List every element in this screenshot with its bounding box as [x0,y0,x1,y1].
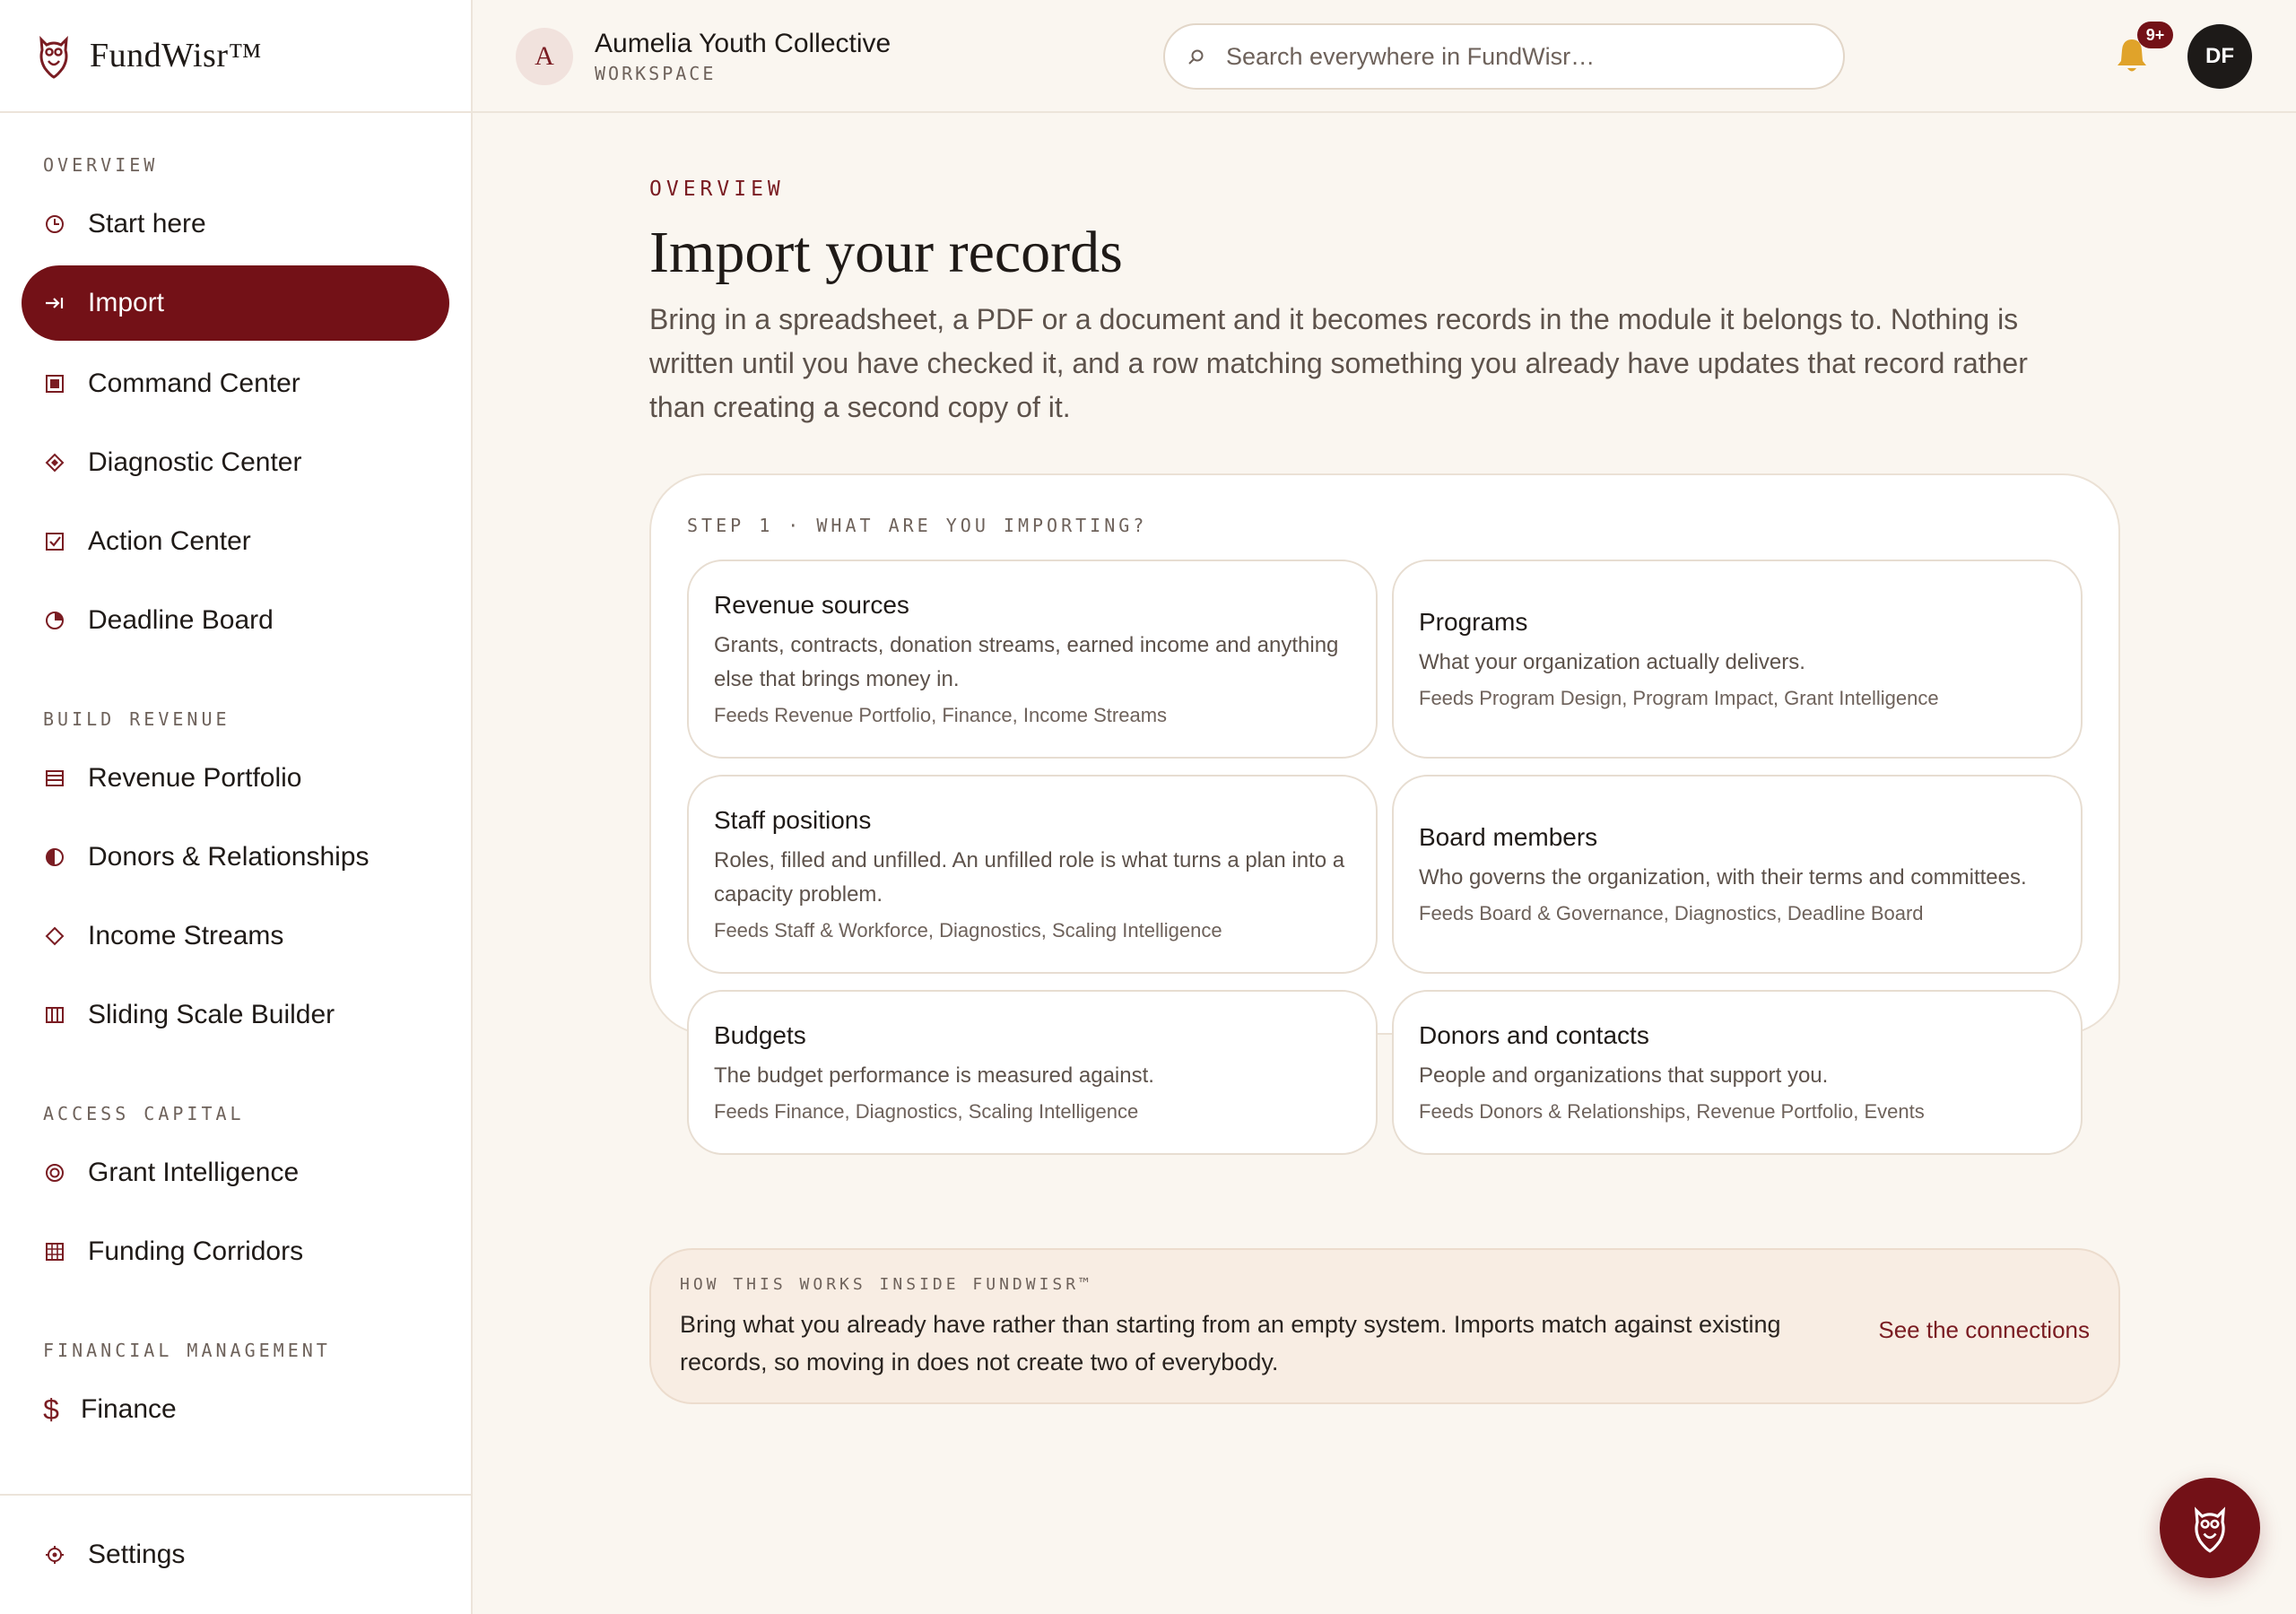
sidebar-item-diagnostic-center[interactable]: Diagnostic Center [22,425,449,500]
sidebar-item-finance[interactable]: $ Finance [22,1372,449,1447]
pie-icon [43,609,66,632]
sidebar-item-deadline-board[interactable]: Deadline Board [22,583,449,658]
checkbox-icon [43,530,66,553]
search-input[interactable] [1226,42,1800,71]
nav-section-access-capital: ACCESS CAPITAL [43,1103,245,1124]
sidebar-item-start-here[interactable]: Start here [22,187,449,262]
option-description: Grants, contracts, donation streams, ear… [714,633,1339,691]
notification-badge: 9+ [2137,22,2173,48]
search-box[interactable] [1163,23,1845,90]
diamond-outline-icon [43,924,66,948]
nav-section-overview: OVERVIEW [43,154,159,176]
option-title: Budgets [714,1021,806,1049]
option-feeds: Feeds Finance, Diagnostics, Scaling Inte… [714,1100,1139,1123]
option-description: Who governs the organization, with their… [1419,865,2027,889]
step-label: STEP 1 · WHAT ARE YOU IMPORTING? [687,515,1148,536]
workspace-label: WORKSPACE [595,63,717,84]
owl-logo-icon [39,36,68,79]
owl-icon [2194,1506,2226,1553]
sidebar-nav: OVERVIEW Start here Import Command Cente… [0,113,471,1447]
list-icon [43,767,66,790]
sidebar-item-revenue-portfolio[interactable]: Revenue Portfolio [22,741,449,816]
option-feeds: Feeds Donors & Relationships, Revenue Po… [1419,1100,1925,1123]
option-title: Board members [1419,823,1598,851]
diamond-icon [43,451,66,474]
option-description: The budget performance is measured again… [714,1063,1154,1088]
workspace-name[interactable]: Aumelia Youth Collective [595,29,891,59]
sidebar-item-sliding-scale-builder[interactable]: Sliding Scale Builder [22,977,449,1053]
import-type-card: STEP 1 · WHAT ARE YOU IMPORTING? Revenue… [649,473,2120,1155]
option-feeds: Feeds Program Design, Program Impact, Gr… [1419,687,1939,709]
target-icon [43,1161,66,1184]
sidebar-item-label: Funding Corridors [88,1237,304,1266]
page-eyebrow: OVERVIEW [649,178,785,201]
grid-icon [43,1240,66,1263]
info-label: HOW THIS WORKS INSIDE FUNDWISR™ [680,1275,1092,1294]
sidebar-item-label: Action Center [88,526,251,556]
gear-icon [43,1543,66,1566]
import-arrow-icon [43,291,66,315]
sidebar-item-label: Settings [88,1540,186,1569]
sidebar-item-donors-relationships[interactable]: Donors & Relationships [22,820,449,895]
square-icon [43,372,66,395]
sidebar-footer: Settings [0,1494,471,1614]
brand-name: FundWisr™ [90,37,263,74]
option-feeds: Feeds Board & Governance, Diagnostics, D… [1419,902,1924,924]
nav-section-financial-management: FINANCIAL MANAGEMENT [43,1340,331,1361]
sidebar-item-action-center[interactable]: Action Center [22,504,449,579]
option-title: Donors and contacts [1419,1021,1649,1049]
sidebar-item-label: Diagnostic Center [88,447,302,477]
sidebar-item-import[interactable]: Import [22,265,449,341]
sidebar-item-label: Donors & Relationships [88,842,370,872]
columns-icon [43,1003,66,1027]
option-title: Programs [1419,608,1528,636]
see-connections-link[interactable]: See the connections [1878,1316,2090,1344]
option-revenue-sources[interactable]: Revenue sources Grants, contracts, donat… [687,560,1378,759]
option-donors-contacts[interactable]: Donors and contacts People and organizat… [1392,990,2083,1155]
sidebar-item-funding-corridors[interactable]: Funding Corridors [22,1214,449,1289]
half-circle-icon [43,846,66,869]
sidebar-item-label: Start here [88,209,206,239]
sidebar-item-income-streams[interactable]: Income Streams [22,898,449,974]
sidebar-item-label: Import [88,288,165,317]
clock-icon [43,213,66,236]
sidebar-item-label: Sliding Scale Builder [88,1000,335,1029]
assistant-button[interactable] [2160,1478,2260,1578]
option-feeds: Feeds Revenue Portfolio, Finance, Income… [714,704,1168,726]
dollar-icon: $ [43,1393,59,1426]
option-staff-positions[interactable]: Staff positions Roles, filled and unfill… [687,775,1378,974]
nav-section-build-revenue: BUILD REVENUE [43,708,230,730]
option-description: Roles, filled and unfilled. An unfilled … [714,848,1345,907]
option-description: People and organizations that support yo… [1419,1063,1829,1088]
sidebar-item-command-center[interactable]: Command Center [22,346,449,421]
option-budgets[interactable]: Budgets The budget performance is measur… [687,990,1378,1155]
option-feeds: Feeds Staff & Workforce, Diagnostics, Sc… [714,919,1222,941]
page-description: Bring in a spreadsheet, a PDF or a docum… [649,303,2028,423]
info-text: Bring what you already have rather than … [680,1311,1781,1375]
workspace-avatar[interactable]: A [516,28,573,85]
top-bar: A Aumelia Youth Collective WORKSPACE 9+ … [473,0,2296,113]
option-programs[interactable]: Programs What your organization actually… [1392,560,2083,759]
sidebar-item-label: Command Center [88,369,300,398]
sidebar-item-label: Income Streams [88,921,284,950]
sidebar-item-label: Grant Intelligence [88,1158,300,1187]
option-title: Staff positions [714,806,872,834]
sidebar-item-label: Finance [81,1394,177,1424]
sidebar-item-grant-intelligence[interactable]: Grant Intelligence [22,1135,449,1210]
how-it-works-card: HOW THIS WORKS INSIDE FUNDWISR™ Bring wh… [649,1248,2120,1404]
sidebar-item-label: Deadline Board [88,605,274,635]
page-title: Import your records [649,220,1123,285]
search-icon [1188,49,1204,65]
option-title: Revenue sources [714,591,909,619]
user-avatar[interactable]: DF [2187,24,2252,89]
sidebar-item-settings[interactable]: Settings [22,1517,449,1592]
option-board-members[interactable]: Board members Who governs the organizati… [1392,775,2083,974]
brand[interactable]: FundWisr™ [0,0,471,113]
sidebar: FundWisr™ OVERVIEW Start here Import Com… [0,0,473,1614]
sidebar-item-label: Revenue Portfolio [88,763,302,793]
option-description: What your organization actually delivers… [1419,650,1805,674]
